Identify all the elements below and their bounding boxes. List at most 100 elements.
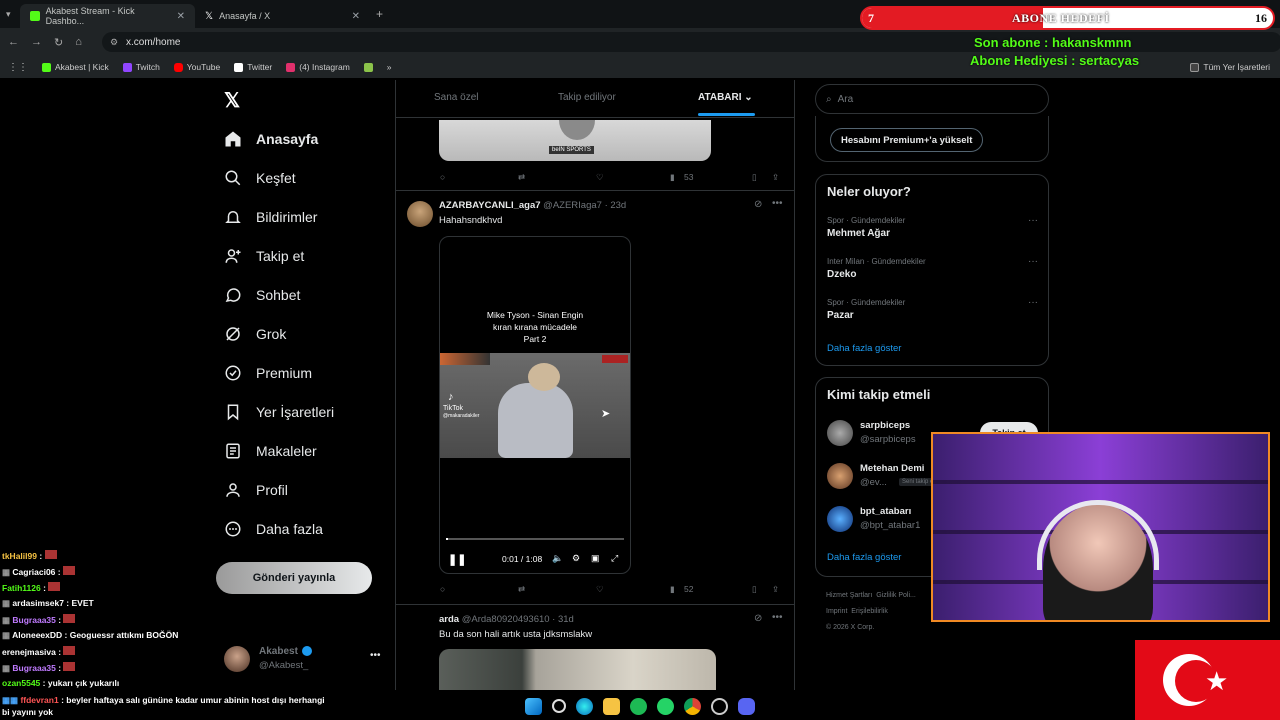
author-name[interactable]: AZARBAYCANLI_aga7 xyxy=(439,200,541,211)
home-icon xyxy=(225,131,241,147)
tweet-header: AZARBAYCANLI_aga7 @AZERIaga7 · 23d xyxy=(439,200,626,211)
nav-more[interactable]: Daha fazla xyxy=(224,520,323,538)
bookmark-kick[interactable]: Akabest | Kick xyxy=(42,62,109,72)
nav-profile[interactable]: Profil xyxy=(224,481,288,499)
like-icon[interactable]: ♡ xyxy=(596,584,604,595)
bookmark-twitter[interactable]: Twitter xyxy=(234,62,272,72)
spotify-icon[interactable] xyxy=(630,697,647,715)
bookmark-twitch[interactable]: Twitch xyxy=(122,62,160,72)
bookmark-youtube[interactable]: YouTube xyxy=(173,62,221,72)
trend-item[interactable]: Spor · Gündemdekiler Mehmet Ağar xyxy=(827,216,905,239)
sub-goal-title: ABONE HEDEFİ xyxy=(1012,11,1110,25)
grok-icon[interactable]: ⊘ xyxy=(754,613,762,624)
reload-icon[interactable]: ↻ xyxy=(54,36,63,49)
new-tab-icon[interactable]: + xyxy=(376,7,383,21)
nav-grok[interactable]: Grok xyxy=(224,325,286,343)
head-figure xyxy=(528,363,560,391)
show-more-link[interactable]: Daha fazla göster xyxy=(827,552,901,563)
nav-premium[interactable]: Premium xyxy=(224,364,312,382)
tweet-media[interactable] xyxy=(439,649,716,690)
nav-articles[interactable]: Makaleler xyxy=(224,442,317,460)
chrome-icon[interactable] xyxy=(684,697,701,715)
tab-search-icon[interactable]: ▾ xyxy=(0,9,20,20)
avatar[interactable] xyxy=(407,201,433,227)
trend-meta: Spor · Gündemdekiler xyxy=(827,298,906,307)
reply-icon[interactable]: ○ xyxy=(440,584,445,594)
nav-home[interactable]: Anasayfa xyxy=(224,130,318,148)
browser-tab-x[interactable]: 𝕏 Anasayfa / X ✕ xyxy=(195,4,370,28)
volume-icon[interactable]: 🔈 xyxy=(552,553,563,564)
more-icon[interactable]: ··· xyxy=(1028,256,1038,267)
nav-notifications[interactable]: Bildirimler xyxy=(224,208,317,226)
author-handle[interactable]: @AZERIaga7 · 23d xyxy=(543,200,626,211)
more-bookmarks-icon[interactable]: » xyxy=(387,62,392,72)
close-tab-icon[interactable]: ✕ xyxy=(352,11,360,22)
windows-start-icon[interactable] xyxy=(525,697,542,715)
retweet-icon[interactable]: ⇄ xyxy=(518,584,525,595)
badge-icon: ▦▦ xyxy=(2,695,21,705)
home-button-icon[interactable]: ⌂ xyxy=(75,36,82,48)
nav-explore[interactable]: Keşfet xyxy=(224,169,296,187)
trend-item[interactable]: Inter Milan · Gündemdekiler Dzeko xyxy=(827,257,926,280)
reply-icon[interactable]: ○ xyxy=(440,172,445,182)
video-progress-track[interactable] xyxy=(446,538,624,540)
show-more-link[interactable]: Daha fazla göster xyxy=(827,343,901,354)
search-input[interactable]: ⌕ Ara xyxy=(815,84,1049,114)
apps-icon[interactable]: ⋮⋮ xyxy=(8,62,28,73)
nav-chat[interactable]: Sohbet xyxy=(224,286,300,304)
nav-bookmarks[interactable]: Yer İşaretleri xyxy=(224,403,334,421)
settings-icon[interactable]: ⚙ xyxy=(572,553,580,564)
footer-link[interactable]: Hizmet Şartları xyxy=(826,592,872,599)
close-tab-icon[interactable]: ✕ xyxy=(177,11,185,22)
app-icon[interactable] xyxy=(711,697,728,715)
tab-for-you[interactable]: Sana özel xyxy=(434,92,478,103)
all-bookmarks[interactable]: Tüm Yer İşaretleri xyxy=(1190,62,1270,72)
more-icon[interactable]: ··· xyxy=(1028,297,1038,308)
footer-link[interactable]: Gizlilik Poli... xyxy=(876,592,916,599)
badge-icon: ▦ xyxy=(2,615,13,625)
nav-follow[interactable]: Takip et xyxy=(224,247,304,265)
whatsapp-icon[interactable] xyxy=(657,697,674,715)
retweet-icon[interactable]: ⇄ xyxy=(518,172,525,183)
bookmark-icon[interactable]: ▯ xyxy=(752,584,757,595)
share-icon[interactable]: ⇪ xyxy=(772,172,779,183)
trend-item[interactable]: Spor · Gündemdekiler Pazar xyxy=(827,298,905,321)
more-icon[interactable]: ••• xyxy=(772,612,783,623)
premium-upgrade-button[interactable]: Hesabını Premium+'a yükselt xyxy=(830,128,984,152)
file-explorer-icon[interactable] xyxy=(603,697,620,715)
more-icon[interactable]: ••• xyxy=(772,198,783,209)
back-icon[interactable]: ← xyxy=(8,36,19,48)
like-icon[interactable]: ♡ xyxy=(596,172,604,183)
browser-tab-kick[interactable]: Akabest Stream - Kick Dashbo... ✕ xyxy=(20,4,195,28)
author-name[interactable]: arda xyxy=(439,614,459,625)
author-handle[interactable]: @Arda80920493610 · 31d xyxy=(462,614,574,625)
more-icon[interactable]: ··· xyxy=(1028,215,1038,226)
grok-icon[interactable]: ⊘ xyxy=(754,199,762,210)
tab-atabari[interactable]: ATABARI ⌄ xyxy=(698,92,753,103)
bookmark-instagram[interactable]: (4) Instagram xyxy=(286,62,350,72)
tab-following[interactable]: Takip ediliyor xyxy=(558,92,616,103)
badge-icon: ▦ xyxy=(2,663,13,673)
pause-icon[interactable]: ❚❚ xyxy=(448,553,466,566)
x-icon xyxy=(234,62,244,72)
tweet-media[interactable]: beIN SPORTS xyxy=(439,120,711,161)
bookmark-extra[interactable] xyxy=(363,62,373,72)
share-icon[interactable]: ⇪ xyxy=(772,584,779,595)
edge-icon[interactable] xyxy=(576,697,593,715)
pip-icon[interactable]: ▣ xyxy=(591,553,600,564)
suggestion-handle: @bpt_atabar1 xyxy=(860,520,921,531)
chat-message: ▦ Cagriaci06 : xyxy=(2,566,75,578)
footer-link[interactable]: Erişilebilirlik xyxy=(851,608,888,615)
site-info-icon[interactable]: ⚙ xyxy=(110,37,118,48)
bookmark-icon[interactable]: ▯ xyxy=(752,172,757,183)
video-player[interactable]: Mike Tyson - Sinan Engin kıran kırana mü… xyxy=(439,236,631,574)
chat-user: erenejmasiva xyxy=(2,647,56,657)
footer-link[interactable]: Imprint xyxy=(826,608,847,615)
bookmark-label: YouTube xyxy=(186,62,221,72)
forward-icon[interactable]: → xyxy=(31,36,42,48)
search-icon[interactable] xyxy=(552,699,566,713)
more-icon[interactable]: ••• xyxy=(370,650,381,661)
discord-icon[interactable] xyxy=(738,697,755,715)
gift-sub-text: Abone Hediyesi : sertacyas xyxy=(970,53,1140,68)
fullscreen-icon[interactable]: ⤢ xyxy=(611,553,618,564)
